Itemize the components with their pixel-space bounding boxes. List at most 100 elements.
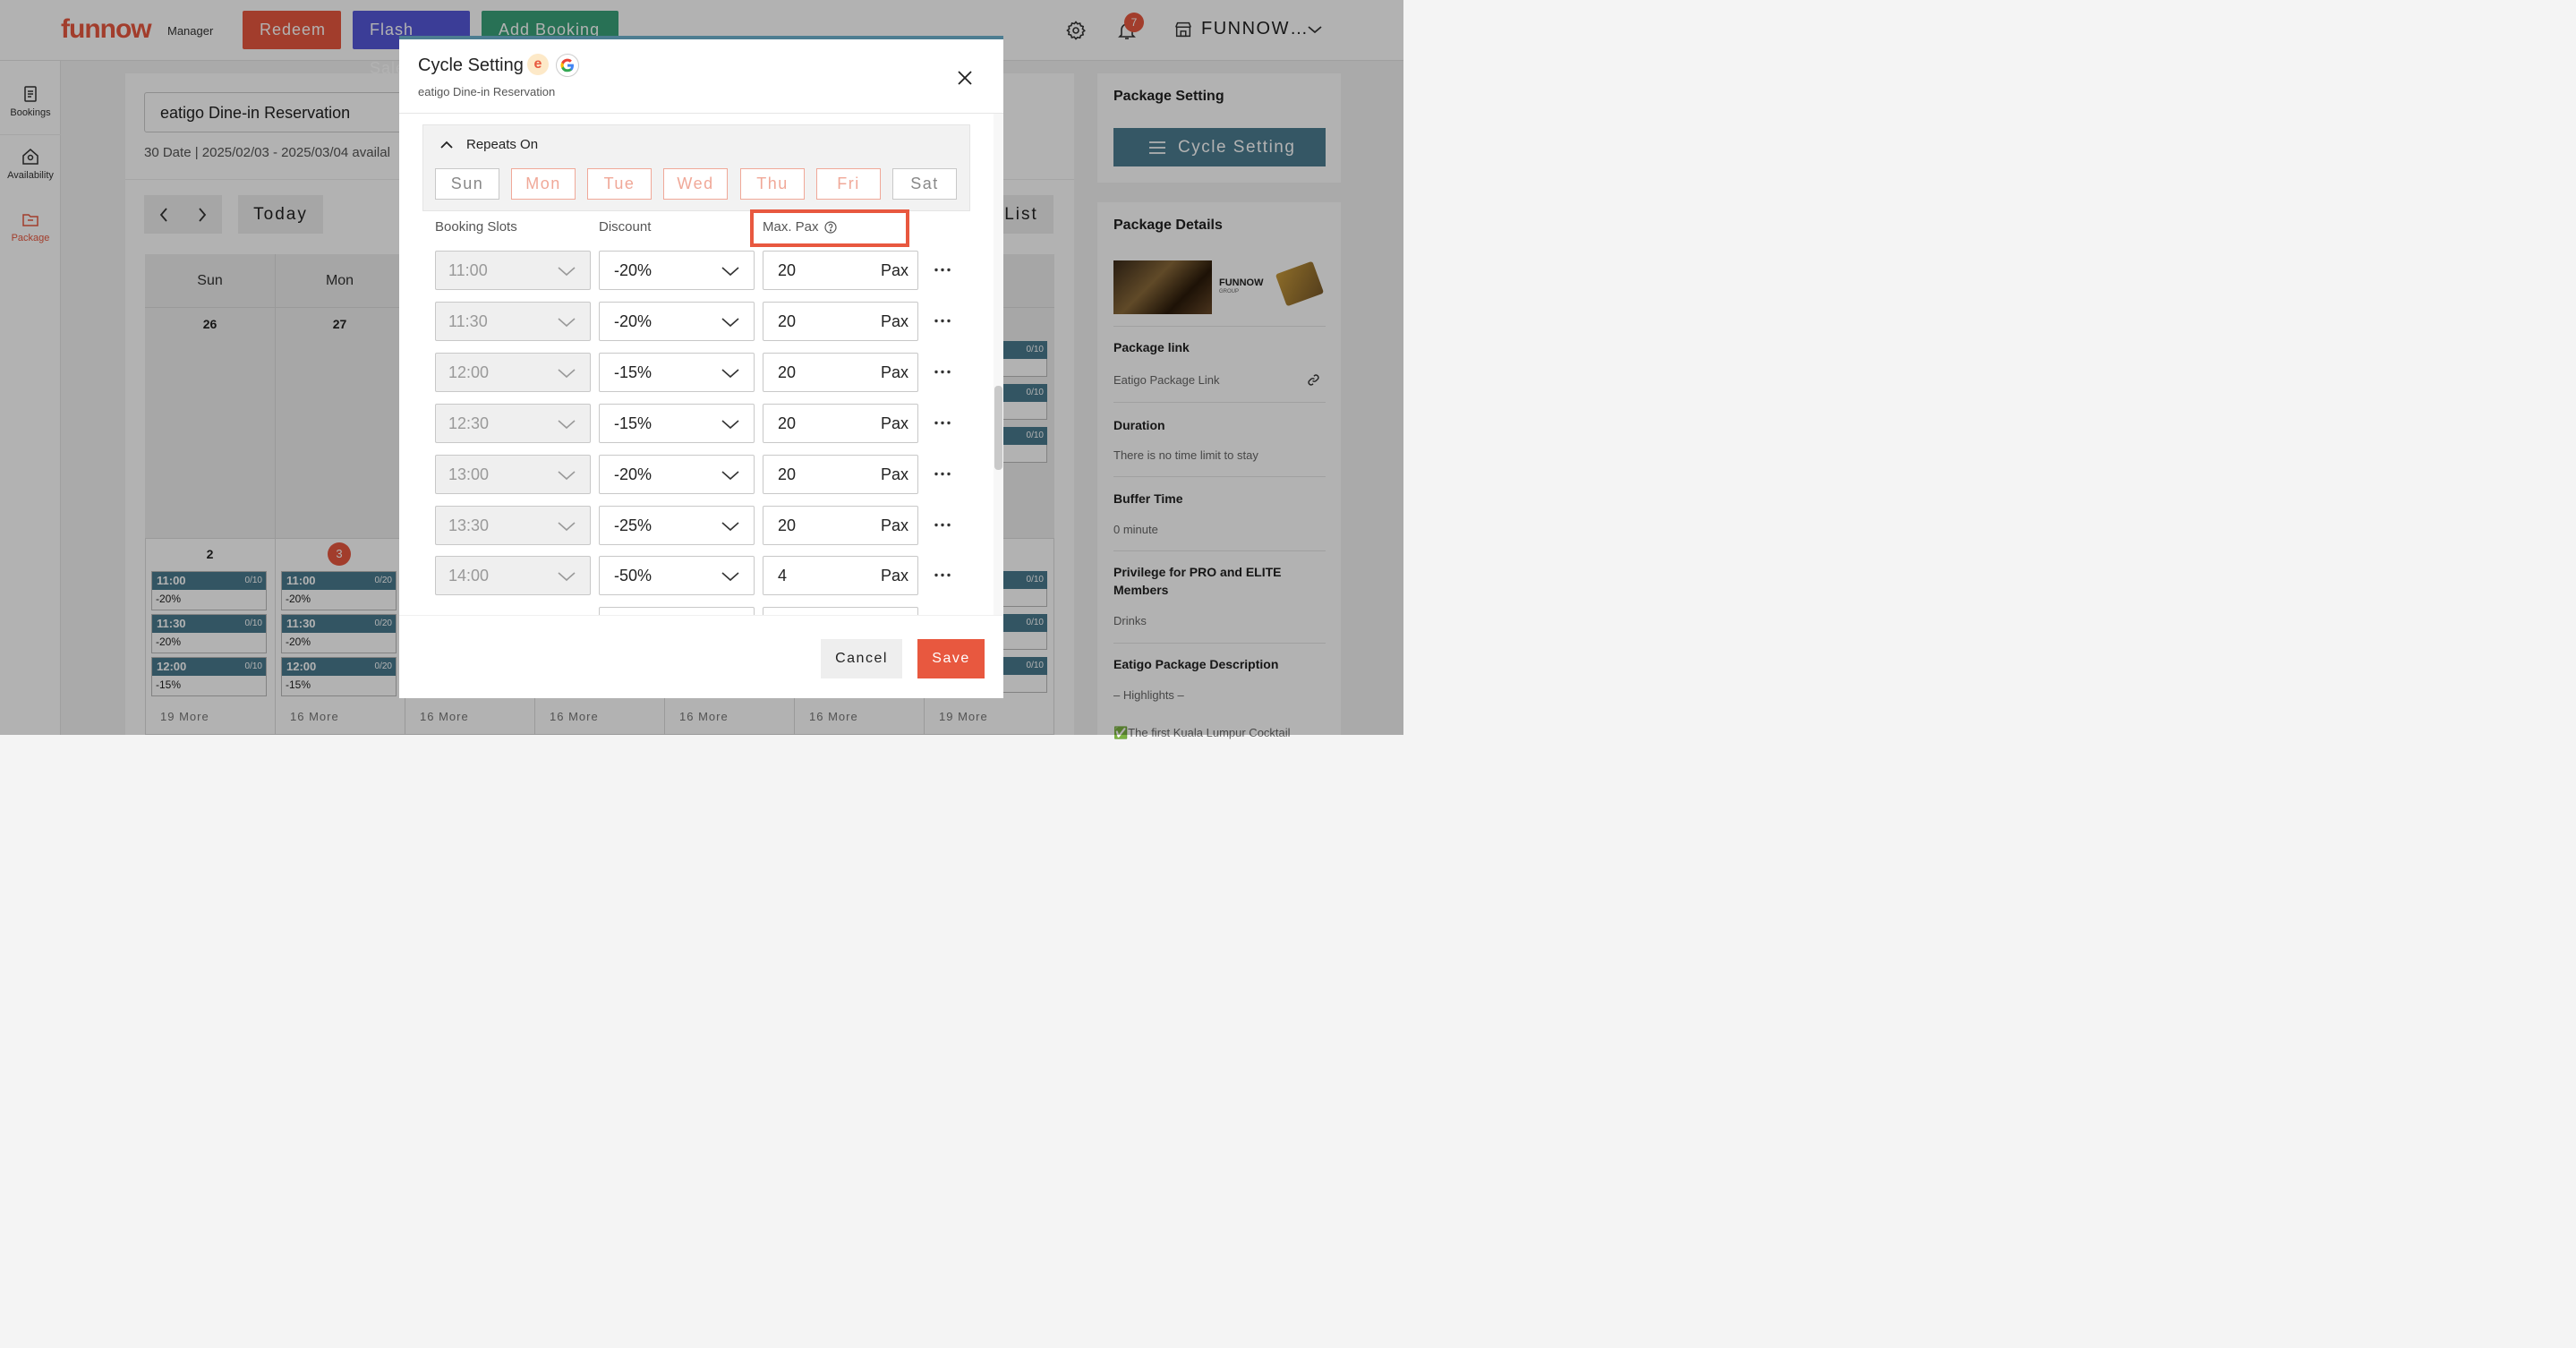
time-select[interactable]: 11:30 — [435, 302, 591, 341]
discount-value: -25% — [614, 516, 653, 534]
discount-select[interactable]: -50% — [599, 556, 755, 595]
discount-select[interactable] — [599, 607, 755, 615]
modal-footer-divider — [399, 615, 1003, 616]
time-select[interactable]: 12:00 — [435, 353, 591, 392]
time-value: 11:30 — [448, 312, 488, 330]
day-toggle-thu[interactable]: Thu — [740, 168, 805, 200]
max-pax-input[interactable]: 20 Pax — [763, 353, 918, 392]
scrollbar-thumb[interactable] — [994, 386, 1002, 470]
chevron-down-icon — [558, 267, 576, 277]
slot-row: 13:00 -20% 20 Pax — [399, 455, 1003, 494]
google-icon — [560, 58, 574, 73]
time-select[interactable]: 12:30 — [435, 404, 591, 443]
more-options-icon[interactable] — [934, 573, 951, 577]
day-toggle-wed[interactable]: Wed — [663, 168, 728, 200]
discount-select[interactable]: -25% — [599, 506, 755, 545]
more-options-icon[interactable] — [934, 319, 951, 323]
more-options-icon[interactable] — [934, 472, 951, 476]
slot-row: 13:30 -25% 20 Pax — [399, 506, 1003, 545]
chevron-down-icon — [558, 420, 576, 430]
pax-unit: Pax — [881, 312, 909, 330]
day-toggle-tue[interactable]: Tue — [587, 168, 652, 200]
discount-value: -20% — [614, 312, 653, 330]
discount-select[interactable]: -20% — [599, 455, 755, 494]
pax-unit: Pax — [881, 414, 909, 432]
pax-value: 4 — [778, 567, 788, 584]
pax-unit: Pax — [881, 567, 909, 584]
pax-unit: Pax — [881, 363, 909, 381]
chevron-up-icon[interactable] — [440, 141, 453, 149]
discount-select[interactable]: -20% — [599, 302, 755, 341]
discount-select[interactable]: -15% — [599, 353, 755, 392]
cycle-setting-modal: Cycle Setting e eatigo Dine-in Reservati… — [399, 36, 1003, 698]
max-pax-header-highlight: Max. Pax — [750, 209, 909, 247]
max-pax-input[interactable] — [763, 607, 918, 615]
chevron-down-icon — [721, 420, 739, 430]
more-options-icon[interactable] — [934, 421, 951, 425]
chevron-down-icon — [721, 471, 739, 481]
chevron-down-icon — [558, 318, 576, 328]
time-select[interactable]: 11:00 — [435, 251, 591, 290]
modal-subtitle: eatigo Dine-in Reservation — [418, 85, 556, 98]
pax-unit: Pax — [881, 261, 909, 279]
time-select[interactable]: 14:00 — [435, 556, 591, 595]
more-options-icon[interactable] — [934, 370, 951, 374]
discount-select[interactable]: -20% — [599, 251, 755, 290]
max-pax-input[interactable]: 20 Pax — [763, 302, 918, 341]
chevron-down-icon — [558, 572, 576, 582]
pax-value: 20 — [778, 261, 797, 279]
pax-value: 20 — [778, 414, 797, 432]
max-pax-input[interactable]: 20 Pax — [763, 251, 918, 290]
chevron-down-icon — [558, 471, 576, 481]
chevron-down-icon — [721, 318, 739, 328]
discount-select[interactable]: -15% — [599, 404, 755, 443]
discount-value: -20% — [614, 465, 653, 483]
chevron-down-icon — [558, 522, 576, 532]
close-icon[interactable] — [956, 69, 974, 87]
discount-value: -20% — [614, 261, 653, 279]
day-toggle-mon[interactable]: Mon — [511, 168, 576, 200]
time-select[interactable]: 13:30 — [435, 506, 591, 545]
more-options-icon[interactable] — [934, 523, 951, 527]
pax-unit: Pax — [881, 465, 909, 483]
chevron-down-icon — [558, 369, 576, 379]
chevron-down-icon — [721, 369, 739, 379]
pax-value: 20 — [778, 465, 797, 483]
day-toggle-sun[interactable]: Sun — [435, 168, 499, 200]
slot-row: 14:00 -50% 4 Pax — [399, 556, 1003, 595]
slot-row: 11:30 -20% 20 Pax — [399, 302, 1003, 341]
slot-row — [399, 607, 1003, 615]
max-pax-input[interactable]: 20 Pax — [763, 506, 918, 545]
repeats-on-section: Repeats On Sun Mon Tue Wed Thu Fri Sat — [422, 124, 970, 211]
max-pax-input[interactable]: 20 Pax — [763, 404, 918, 443]
pax-unit: Pax — [881, 516, 909, 534]
time-value: 12:00 — [448, 363, 490, 381]
pax-value: 20 — [778, 312, 797, 330]
chevron-down-icon — [721, 522, 739, 532]
booking-slots-header: Booking Slots — [435, 219, 517, 235]
save-button[interactable]: Save — [917, 639, 985, 678]
modal-scroll-area[interactable]: Repeats On Sun Mon Tue Wed Thu Fri Sat B… — [399, 114, 1003, 615]
help-icon[interactable] — [824, 221, 837, 234]
discount-value: -15% — [614, 363, 653, 381]
discount-header: Discount — [599, 219, 652, 235]
max-pax-input[interactable]: 20 Pax — [763, 455, 918, 494]
more-options-icon[interactable] — [934, 268, 951, 272]
eatigo-badge-icon: e — [527, 54, 549, 75]
pax-value: 20 — [778, 516, 797, 534]
max-pax-header: Max. Pax — [763, 219, 819, 235]
time-select[interactable]: 13:00 — [435, 455, 591, 494]
time-value: 11:00 — [448, 261, 488, 279]
max-pax-input[interactable]: 4 Pax — [763, 556, 918, 595]
cancel-button[interactable]: Cancel — [821, 639, 902, 678]
slot-row: 12:30 -15% 20 Pax — [399, 404, 1003, 443]
scrollbar-track[interactable] — [994, 114, 1003, 615]
day-toggle-fri[interactable]: Fri — [816, 168, 881, 200]
google-badge-icon — [556, 54, 579, 77]
repeats-on-label[interactable]: Repeats On — [466, 137, 538, 152]
slot-row: 12:00 -15% 20 Pax — [399, 353, 1003, 392]
discount-value: -50% — [614, 567, 653, 584]
discount-value: -15% — [614, 414, 653, 432]
chevron-down-icon — [721, 267, 739, 277]
day-toggle-sat[interactable]: Sat — [892, 168, 957, 200]
